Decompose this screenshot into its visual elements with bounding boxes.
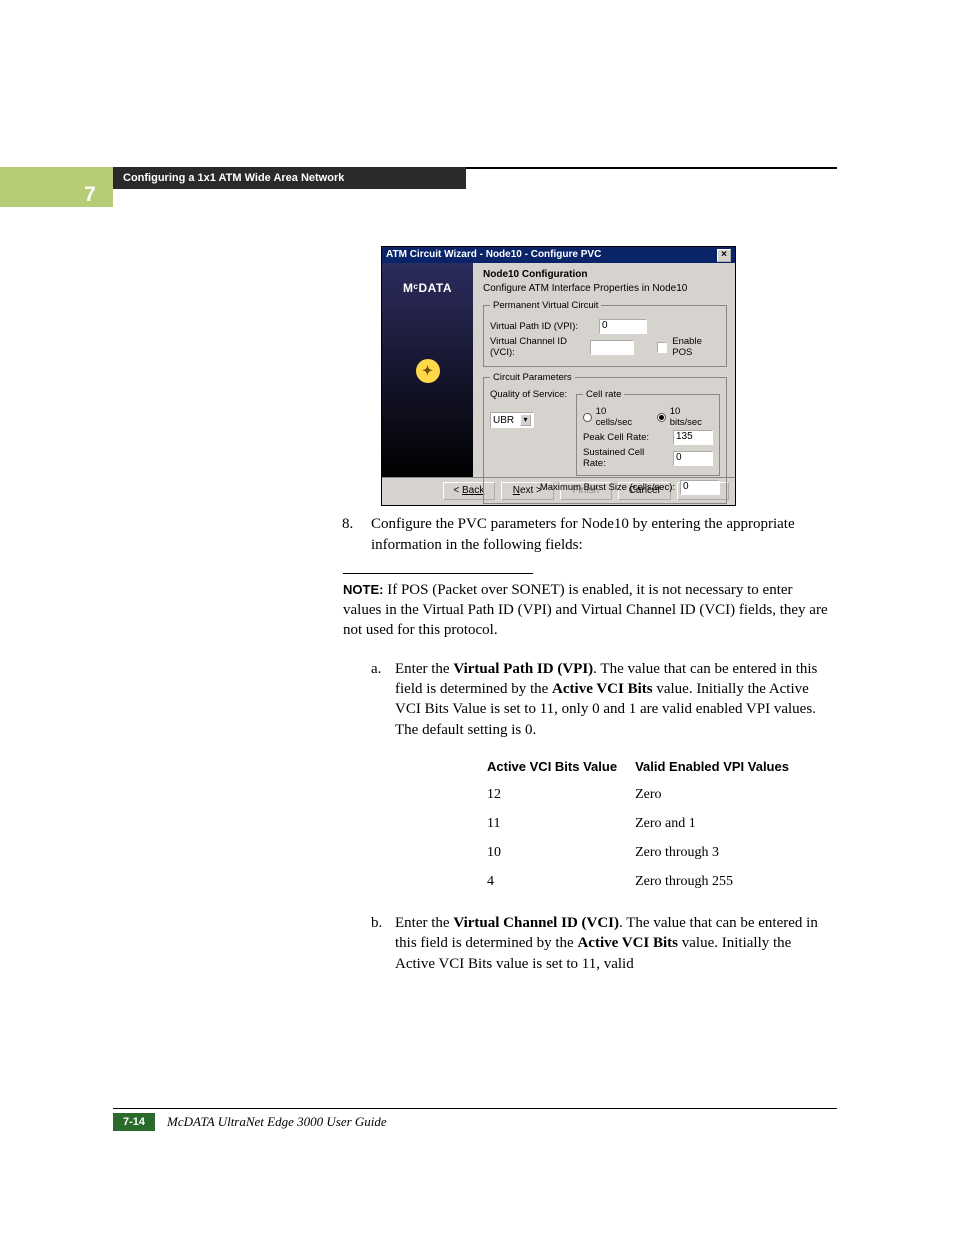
- substep-a-label: a.: [371, 659, 393, 679]
- page: Configuring a 1x1 ATM Wide Area Network …: [0, 0, 954, 1235]
- rate-cells-radio[interactable]: [583, 413, 592, 422]
- note-rule: [343, 573, 533, 574]
- mbs-label: Maximum Burst Size (cells/sec):: [540, 482, 675, 493]
- pcr-input[interactable]: 135: [673, 430, 713, 445]
- cellrate-legend: Cell rate: [583, 389, 624, 400]
- chevron-down-icon[interactable]: ▾: [520, 414, 531, 426]
- vpi-label: Virtual Path ID (VPI):: [490, 321, 594, 332]
- scr-label: Sustained Cell Rate:: [583, 447, 669, 469]
- brand-logo: MᶜDATA: [382, 281, 473, 295]
- table-header-1: Active VCI Bits Value: [487, 754, 635, 782]
- vci-label: Virtual Channel ID (VCI):: [490, 336, 585, 358]
- step-8-text: Configure the PVC parameters for Node10 …: [343, 514, 833, 555]
- vci-input[interactable]: [590, 340, 634, 355]
- wizard-sidebar: MᶜDATA ✦: [382, 263, 473, 477]
- substep-b-label: b.: [371, 913, 393, 933]
- rate-bits-label: 10 bits/sec: [670, 406, 713, 428]
- note-label: NOTE:: [343, 582, 383, 597]
- footer-title: McDATA UltraNet Edge 3000 User Guide: [167, 1114, 387, 1130]
- section-title: Configuring a 1x1 ATM Wide Area Network: [113, 167, 466, 189]
- vci-table: Active VCI Bits Value Valid Enabled VPI …: [487, 754, 807, 897]
- cellrate-fieldset: Cell rate 10 cells/sec 10 bits/sec Peak …: [576, 389, 720, 476]
- close-icon[interactable]: ×: [717, 249, 731, 262]
- substep-a-text: Enter the Virtual Path ID (VPI). The val…: [371, 659, 833, 740]
- brand-emblem-icon: ✦: [416, 359, 440, 383]
- chapter-number: 7: [70, 183, 110, 207]
- enable-pos-label: Enable POS: [672, 336, 720, 358]
- enable-pos-checkbox[interactable]: [657, 342, 667, 353]
- dialog-titlebar[interactable]: ATM Circuit Wizard - Node10 - Configure …: [382, 247, 735, 263]
- atm-wizard-dialog: ATM Circuit Wizard - Node10 - Configure …: [381, 246, 736, 506]
- circuit-params-fieldset: Circuit Parameters Quality of Service: U…: [483, 372, 727, 504]
- substep-b-text: Enter the Virtual Channel ID (VCI). The …: [371, 913, 833, 974]
- table-row: 11Zero and 1: [487, 810, 807, 839]
- page-number-badge: 7-14: [113, 1113, 155, 1131]
- dialog-title-text: ATM Circuit Wizard - Node10 - Configure …: [386, 247, 601, 263]
- scr-input[interactable]: 0: [673, 451, 713, 466]
- pvc-legend: Permanent Virtual Circuit: [490, 300, 601, 311]
- wizard-heading: Node10 Configuration: [483, 269, 727, 280]
- wizard-subheading: Configure ATM Interface Properties in No…: [483, 283, 727, 294]
- rate-bits-radio[interactable]: [657, 413, 666, 422]
- note-text: If POS (Packet over SONET) is enabled, i…: [343, 582, 828, 639]
- table-row: 4Zero through 255: [487, 868, 807, 897]
- step-8-number: 8.: [342, 514, 366, 534]
- vpi-input[interactable]: 0: [599, 319, 647, 334]
- wizard-main: Node10 Configuration Configure ATM Inter…: [473, 263, 735, 477]
- circuit-params-legend: Circuit Parameters: [490, 372, 575, 383]
- note-block: NOTE: If POS (Packet over SONET) is enab…: [343, 580, 833, 641]
- mbs-input[interactable]: 0: [680, 480, 720, 495]
- body-content: 8. Configure the PVC parameters for Node…: [343, 514, 833, 990]
- table-header-2: Valid Enabled VPI Values: [635, 754, 807, 782]
- table-row: 12Zero: [487, 781, 807, 810]
- qos-label: Quality of Service:: [490, 389, 568, 400]
- pcr-label: Peak Cell Rate:: [583, 432, 669, 443]
- page-footer: 7-14 McDATA UltraNet Edge 3000 User Guid…: [113, 1108, 837, 1131]
- pvc-fieldset: Permanent Virtual Circuit Virtual Path I…: [483, 300, 727, 367]
- qos-select[interactable]: UBR ▾: [490, 412, 534, 428]
- table-row: 10Zero through 3: [487, 839, 807, 868]
- rate-cells-label: 10 cells/sec: [596, 406, 643, 428]
